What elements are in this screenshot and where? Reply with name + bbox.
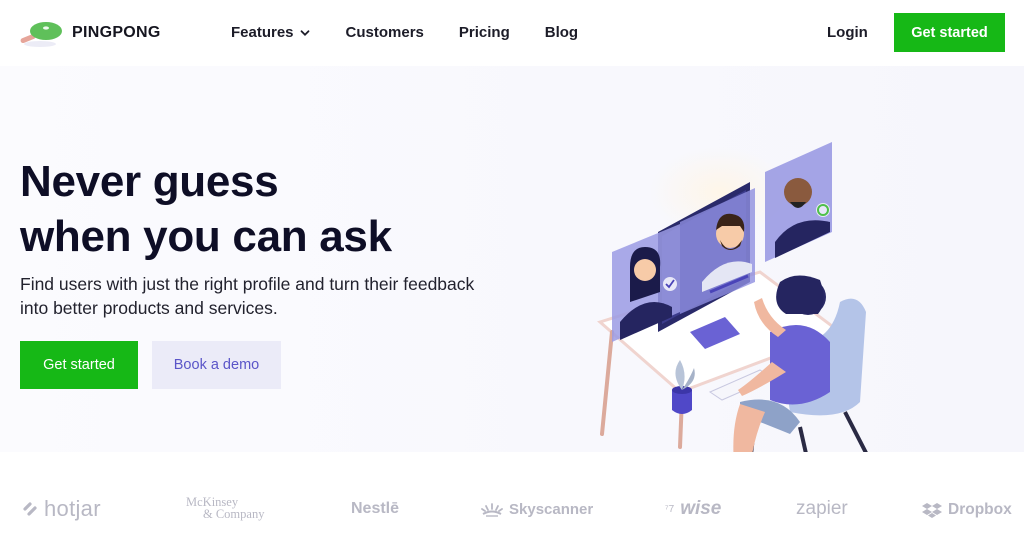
hero-subtext: Find users with just the right profile a…	[20, 274, 475, 318]
mckinsey-line-2: & Company	[203, 507, 265, 521]
customer-logos: hotjar McKinsey & Company Nestlē Skyscan…	[0, 452, 1024, 543]
video-panel-bald-man	[765, 142, 832, 262]
logo-nestle: Nestlē	[351, 500, 400, 517]
ping-pong-paddle-icon	[20, 22, 62, 47]
wise-wordmark: wise	[680, 498, 722, 519]
hotjar-wordmark: hotjar	[44, 496, 101, 521]
dropbox-icon	[922, 503, 942, 518]
main-nav: Features Customers Pricing Blog	[231, 24, 578, 41]
headline-line-2: when you can ask	[20, 212, 392, 261]
wise-flag-mark: ⁷7	[665, 503, 675, 515]
hero-section: Never guess when you can ask Find users …	[0, 66, 1024, 452]
logo-hotjar: hotjar	[22, 496, 101, 522]
logo-skyscanner: Skyscanner	[481, 501, 593, 518]
hero-headline: Never guess when you can ask	[20, 154, 392, 264]
skyscanner-wordmark: Skyscanner	[509, 501, 594, 518]
brand-logo[interactable]: PINGPONG	[18, 18, 161, 48]
video-interview-illustration	[596, 142, 868, 452]
nav-features-label: Features	[231, 24, 294, 41]
headline-line-1: Never guess	[20, 157, 279, 206]
nav-features[interactable]: Features	[231, 24, 310, 41]
logo-zapier: zapier	[796, 498, 848, 519]
hotjar-icon	[23, 502, 37, 516]
chevron-down-icon	[300, 29, 309, 36]
dropbox-wordmark: Dropbox	[948, 501, 1012, 518]
login-link[interactable]: Login	[827, 24, 868, 41]
hero-get-started-button[interactable]: Get started	[20, 341, 138, 389]
logo-wise: ⁷7 wise	[665, 498, 721, 520]
site-header: PINGPONG Features Customers Pricing Blog…	[0, 0, 1024, 66]
brand-name: PINGPONG	[72, 24, 161, 41]
nav-pricing[interactable]: Pricing	[459, 24, 510, 41]
logo-dropbox: Dropbox	[922, 501, 1012, 519]
skyscanner-sunrise-icon	[481, 502, 503, 517]
nav-blog[interactable]: Blog	[545, 24, 578, 41]
header-get-started-button[interactable]: Get started	[894, 13, 1005, 52]
logo-mckinsey: McKinsey & Company	[186, 496, 265, 521]
book-demo-button[interactable]: Book a demo	[152, 341, 281, 389]
nav-customers[interactable]: Customers	[346, 24, 424, 41]
